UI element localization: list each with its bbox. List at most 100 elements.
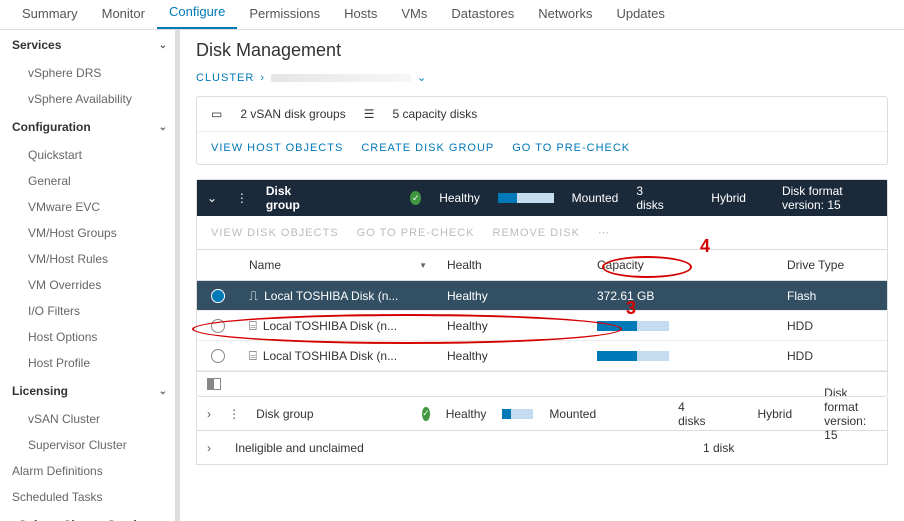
collapsed-group-row: ›Ineligible and unclaimed1 disk [196,431,888,465]
remove-disk-button[interactable]: REMOVE DISK [493,227,580,239]
more-icon[interactable]: ⋯ [598,226,610,239]
breadcrumb[interactable]: CLUSTER › ⌄ [196,71,888,84]
usage-bar [502,409,533,419]
health-ok-icon: ✓ [422,407,430,421]
tab-updates[interactable]: Updates [604,0,676,29]
disk-group-header: ⌄ ⋮ Disk group ✓ Healthy Mounted 3 disks… [197,180,887,216]
sidebar-item-scheduled-tasks[interactable]: Scheduled Tasks [0,484,179,510]
capacity-disks-count: 5 capacity disks [393,107,478,121]
disk-drive-type: Flash [777,281,887,311]
health-text: Healthy [446,407,487,421]
table-row[interactable]: ⌸Local TOSHIBA Disk (n...HealthyHDD [197,311,887,341]
table-row[interactable]: ⎍ Local TOSHIBA Disk (n... Healthy372.61 G… [197,281,887,311]
view-host-objects-button[interactable]: VIEW HOST OBJECTS [211,142,343,154]
sidebar-item-vm-host-groups[interactable]: VM/Host Groups [0,220,179,246]
content-area: Disk Management CLUSTER › ⌄ ▭ 2 vSAN dis… [180,30,904,521]
col-capacity[interactable]: Capacity [587,250,777,280]
tab-permissions[interactable]: Permissions [237,0,332,29]
sidebar-item-vmware-evc[interactable]: VMware EVC [0,194,179,220]
tab-hosts[interactable]: Hosts [332,0,389,29]
disk-capacity: 372.61 GB [587,281,777,311]
table-footer [197,371,887,396]
disk-health: Healthy [437,281,587,311]
create-disk-group-button[interactable]: CREATE DISK GROUP [361,142,494,154]
sidebar-section-licensing[interactable]: Licensing⌄ [0,376,179,406]
more-actions-icon[interactable]: ⋮ [236,191,248,205]
table-row[interactable]: ⌸Local TOSHIBA Disk (n...HealthyHDD [197,341,887,371]
group-label: Ineligible and unclaimed [235,441,385,455]
disk-count: 4 disks [678,400,705,428]
expand-icon[interactable]: › [207,407,212,421]
sidebar-item-i-o-filters[interactable]: I/O Filters [0,298,179,324]
disk-groups-count: 2 vSAN disk groups [240,107,345,121]
col-name-label: Name [249,258,413,272]
collapsed-group-row: ›⋮Disk group✓HealthyMounted4 disksHybrid… [196,397,888,431]
breadcrumb-cluster[interactable]: CLUSTER [196,72,254,84]
chevron-down-icon: ⌄ [159,386,167,397]
disk-icon: ⎍ [249,288,258,304]
col-drive-type[interactable]: Drive Type [777,250,887,280]
disk-type: Hybrid [757,407,792,421]
summary-card: ▭ 2 vSAN disk groups ☰ 5 capacity disks … [196,96,888,165]
disk-capacity [587,313,777,339]
mount-state: Mounted [572,191,619,205]
tab-monitor[interactable]: Monitor [90,0,157,29]
sidebar-item-vsphere-availability[interactable]: vSphere Availability [0,86,179,112]
sidebar-item-vsan-cluster[interactable]: vSAN Cluster [0,406,179,432]
disk-group-label: Disk group [266,184,315,212]
disk-groups-icon: ▭ [211,107,222,121]
col-name[interactable]: Name ▼ [239,250,437,280]
capacity-bar [597,321,669,331]
disk-drive-type: HDD [777,311,887,341]
sidebar-item-host-options[interactable]: Host Options [0,324,179,350]
disk-name: Local TOSHIBA Disk (n... [263,319,397,333]
sidebar: Services⌄vSphere DRSvSphere Availability… [0,30,180,521]
tab-networks[interactable]: Networks [526,0,604,29]
more-actions-icon[interactable]: ⋮ [228,407,240,421]
disk-type: Hybrid [711,191,746,205]
col-health[interactable]: Health [437,250,587,280]
capacity-bar [597,351,669,361]
table-header: Name ▼ Health Capacity Drive Type [197,249,887,281]
sidebar-item-host-profile[interactable]: Host Profile [0,350,179,376]
health-text: Healthy [439,191,480,205]
row-radio[interactable] [211,289,225,303]
sidebar-item-general[interactable]: General [0,168,179,194]
view-disk-objects-button[interactable]: VIEW DISK OBJECTS [211,227,339,239]
row-radio[interactable] [211,319,225,333]
column-picker-icon[interactable] [207,378,221,390]
tab-configure[interactable]: Configure [157,0,237,29]
tab-datastores[interactable]: Datastores [439,0,526,29]
disk-capacity [587,343,777,369]
collapse-icon[interactable]: ⌄ [207,191,218,205]
chevron-down-icon[interactable]: ⌄ [417,71,427,84]
go-to-precheck-disk-button[interactable]: GO TO PRE-CHECK [357,227,475,239]
breadcrumb-redacted [271,74,411,82]
sidebar-item-vm-overrides[interactable]: VM Overrides [0,272,179,298]
sidebar-section-configuration[interactable]: Configuration⌄ [0,112,179,142]
sidebar-item-vm-host-rules[interactable]: VM/Host Rules [0,246,179,272]
tab-vms[interactable]: VMs [389,0,439,29]
disks-table: Name ▼ Health Capacity Drive Type ⎍ Local… [197,249,887,396]
expand-icon[interactable]: › [207,441,219,455]
chevron-down-icon: ⌄ [159,122,167,133]
row-radio[interactable] [211,349,225,363]
usage-bar [498,193,554,203]
sidebar-item-vsphere-drs[interactable]: vSphere DRS [0,60,179,86]
chevron-down-icon: ⌄ [159,40,167,51]
disk-icon: ⌸ [249,318,257,334]
sidebar-section-services[interactable]: Services⌄ [0,30,179,60]
disk-actions-bar: VIEW DISK OBJECTS GO TO PRE-CHECK REMOVE… [197,216,887,249]
sidebar-item-supervisor-cluster[interactable]: Supervisor Cluster [0,432,179,458]
go-to-precheck-button[interactable]: GO TO PRE-CHECK [512,142,630,154]
disk-name: Local TOSHIBA Disk (n... [264,289,398,303]
disk-icon: ⌸ [249,348,257,364]
sidebar-item-alarm-definitions[interactable]: Alarm Definitions [0,458,179,484]
health-ok-icon: ✓ [410,191,421,205]
tab-summary[interactable]: Summary [10,0,90,29]
disk-group-expanded: ⌄ ⋮ Disk group ✓ Healthy Mounted 3 disks… [196,179,888,397]
sort-icon[interactable]: ▼ [419,261,427,270]
group-label: Disk group [256,407,406,421]
sidebar-item-quickstart[interactable]: Quickstart [0,142,179,168]
sidebar-section-vsphere-cluster-services[interactable]: vSphere Cluster Services⌄ [0,510,179,521]
